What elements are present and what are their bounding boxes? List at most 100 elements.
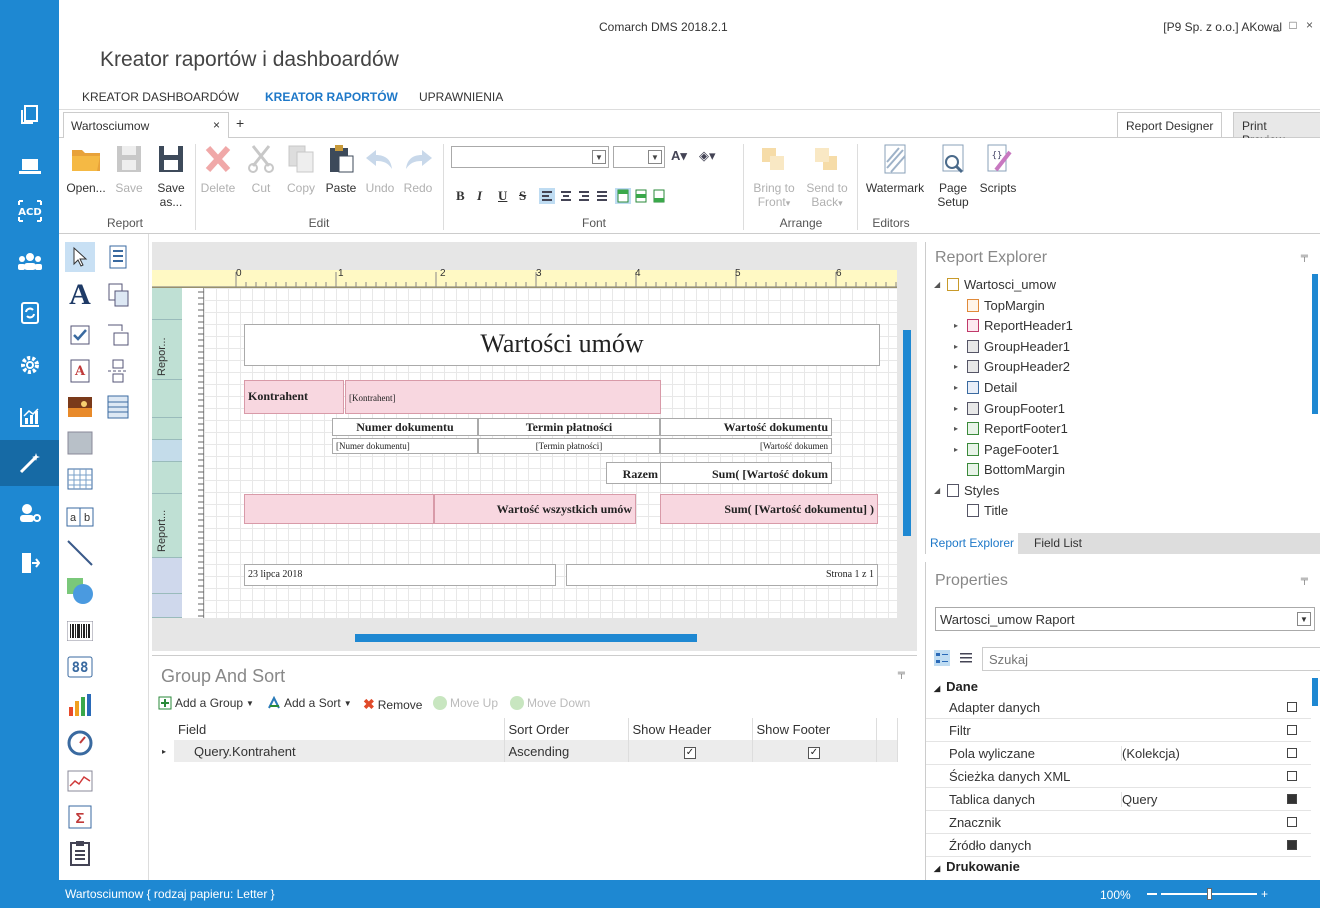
band-report-header[interactable]: Repor... — [152, 320, 182, 380]
property-search-input[interactable] — [982, 647, 1320, 671]
tree-item[interactable]: ▸ ReportFooter1 — [954, 421, 1068, 436]
menu-permissions[interactable]: UPRAWNIENIA — [419, 90, 503, 104]
add-tab-icon[interactable]: + — [236, 115, 244, 131]
copy-icon[interactable] — [0, 94, 59, 136]
sparkline-icon[interactable] — [65, 766, 95, 796]
section-print[interactable]: ◢ Drukowanie — [934, 859, 1020, 874]
undo-button[interactable]: Undo — [363, 144, 397, 195]
tree-item[interactable]: BottomMargin — [954, 462, 1065, 477]
subreport-icon[interactable] — [103, 320, 133, 350]
tree-item[interactable]: ▸ GroupHeader2 — [954, 359, 1070, 374]
page-setup-button[interactable]: Page Setup — [933, 144, 973, 209]
property-row[interactable]: Filtr — [926, 719, 1311, 742]
strikethrough-button[interactable]: S — [519, 188, 526, 204]
menu-dashboard-creator[interactable]: KREATOR DASHBOARDÓW — [82, 90, 239, 104]
cut-button[interactable]: Cut — [244, 144, 278, 195]
property-row[interactable]: Pola wyliczane (Kolekcja) — [926, 742, 1311, 765]
remove-button[interactable]: ✖ Remove — [363, 696, 422, 713]
zoom-slider[interactable]: + — [1147, 888, 1271, 900]
tree-item[interactable]: ◢ Styles — [934, 483, 999, 498]
font-size-combo[interactable]: ▼ — [613, 146, 665, 168]
move-up-button[interactable]: Move Up — [433, 696, 498, 710]
property-row[interactable]: Znacznik — [926, 811, 1311, 834]
band-group-header-2[interactable] — [152, 418, 182, 440]
rich-text-icon[interactable] — [103, 280, 133, 310]
band-top-margin[interactable] — [152, 288, 182, 320]
column-header[interactable]: Sort Order — [504, 718, 629, 740]
report-title[interactable]: Wartości umów — [244, 324, 880, 366]
band-bottom-margin[interactable] — [152, 594, 182, 618]
tab-report-designer[interactable]: Report Designer — [1117, 112, 1223, 138]
categorized-icon[interactable] — [934, 650, 950, 666]
bold-button[interactable]: B — [456, 188, 465, 204]
column-header[interactable]: Show Footer — [752, 718, 877, 740]
table-icon[interactable] — [65, 464, 95, 494]
chart-icon[interactable] — [65, 690, 95, 720]
send-to-back-button[interactable]: Send to Back▾ — [803, 144, 851, 210]
design-surface[interactable]: 0 1 2 3 4 5 6 Repor... Report... Wartośc… — [152, 242, 917, 651]
tab-print-preview[interactable]: Print Preview — [1233, 112, 1320, 147]
field-wartosc[interactable]: [Wartość dokumen — [660, 438, 832, 454]
property-row[interactable]: Źródło danych — [926, 834, 1311, 857]
users-icon[interactable] — [0, 240, 59, 282]
redo-button[interactable]: Redo — [401, 144, 435, 195]
show-header-checkbox[interactable]: ✓ — [684, 747, 696, 759]
band-detail[interactable] — [152, 440, 182, 462]
barcode-icon[interactable] — [65, 616, 95, 646]
row-expander-icon[interactable]: ▸ — [158, 740, 174, 762]
fill-color-icon[interactable]: ◈▾ — [699, 148, 716, 164]
row-sort-order[interactable]: Ascending — [504, 740, 629, 762]
band-report-footer[interactable]: Report... — [152, 494, 182, 558]
window-controls[interactable]: _ □ × — [1273, 18, 1316, 32]
gauge-icon[interactable] — [65, 728, 95, 758]
gear-icon[interactable] — [0, 344, 59, 386]
band-page-footer[interactable] — [152, 558, 182, 594]
analytics-icon[interactable] — [0, 396, 59, 438]
tree-item[interactable]: ▸ GroupHeader1 — [954, 339, 1070, 354]
add-group-button[interactable]: Add a Group ▼ — [158, 696, 254, 710]
kontrahent-label[interactable]: Kontrahent — [244, 380, 344, 414]
text-box-icon[interactable]: A — [65, 356, 95, 386]
tree-item[interactable]: ◢ Wartosci_umow — [934, 277, 1056, 292]
alphabetical-icon[interactable] — [958, 650, 974, 666]
underline-button[interactable]: U — [498, 188, 507, 204]
shape-icon[interactable] — [65, 576, 95, 606]
footer-empty-cell[interactable] — [244, 494, 434, 524]
tab-field-list[interactable]: Field List — [1034, 536, 1082, 550]
band-icon[interactable] — [103, 242, 133, 272]
tab-wartosciumow[interactable]: Wartosciumow × — [63, 112, 229, 138]
clipboard-icon[interactable] — [65, 838, 95, 868]
pin-icon[interactable]: ╤ — [898, 668, 905, 679]
character-comb-icon[interactable]: ab — [65, 502, 95, 532]
properties-scrollbar[interactable] — [1312, 678, 1318, 706]
sum-group[interactable]: Sum( [Wartość dokum — [660, 462, 832, 484]
menu-report-creator[interactable]: KREATOR RAPORTÓW — [265, 90, 398, 104]
tree-item[interactable]: ▸ GroupFooter1 — [954, 401, 1065, 416]
sum-all[interactable]: Sum( [Wartość dokumentu] ) — [660, 494, 878, 524]
tab-report-explorer[interactable]: Report Explorer — [926, 533, 1019, 554]
logout-icon[interactable] — [0, 542, 59, 584]
label-icon[interactable]: A — [65, 278, 95, 311]
tree-item[interactable]: ▸ Detail — [954, 380, 1017, 395]
property-row[interactable]: Tablica danych Query — [926, 788, 1311, 811]
close-icon[interactable]: × — [213, 118, 220, 132]
column-header-wartosc[interactable]: Wartość dokumentu — [660, 418, 832, 436]
acd-icon[interactable]: ACD — [0, 190, 59, 232]
kontrahent-field[interactable]: [Kontrahent] — [345, 380, 661, 414]
paste-button[interactable]: Paste — [323, 144, 359, 195]
section-data[interactable]: ◢ Dane — [934, 679, 978, 694]
document-sync-icon[interactable] — [0, 292, 59, 334]
save-button[interactable]: Save — [111, 144, 147, 195]
tree-item[interactable]: TopMargin — [954, 298, 1045, 313]
copy-button[interactable]: Copy — [284, 144, 318, 195]
page-break-icon[interactable] — [103, 356, 133, 386]
tree-item[interactable]: ▸ PageFooter1 — [954, 442, 1059, 457]
wizard-icon[interactable] — [0, 440, 59, 486]
column-header[interactable]: Show Header — [628, 718, 753, 740]
font-color-icon[interactable]: A▾ — [671, 148, 687, 164]
open-button[interactable]: Open... — [63, 144, 109, 195]
pin-icon[interactable]: ╤ — [1301, 574, 1308, 585]
font-name-combo[interactable]: ▼ — [451, 146, 609, 168]
horizontal-scrollbar[interactable] — [355, 634, 697, 642]
pin-icon[interactable]: ╤ — [1301, 251, 1308, 262]
